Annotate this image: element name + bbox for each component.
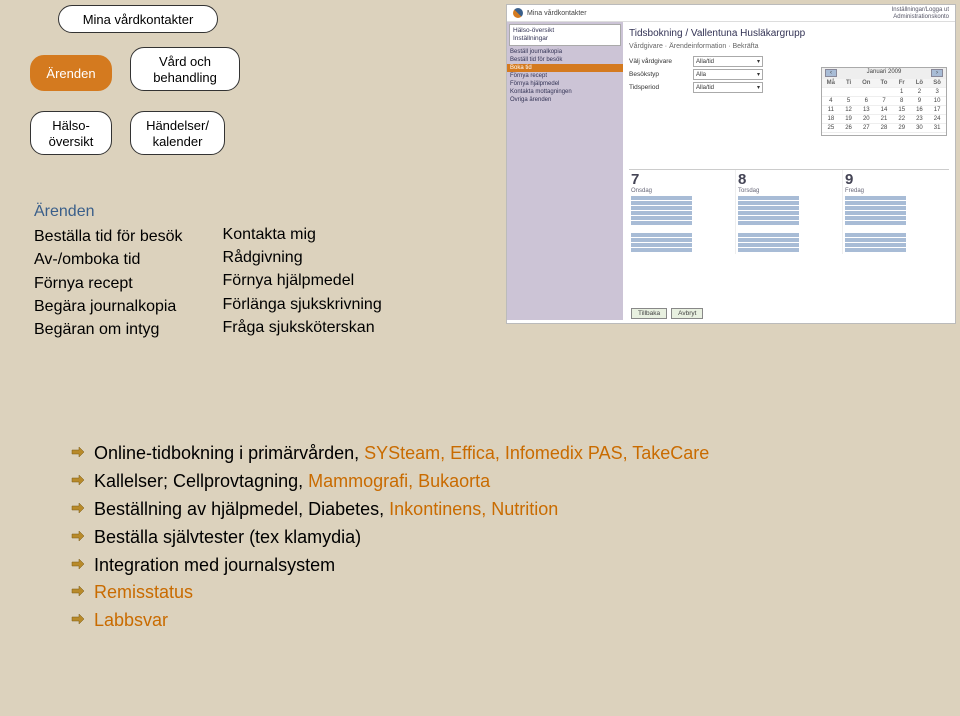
shot-main: Tidsbokning / Vallentuna Husläkargrupp V…: [623, 22, 955, 320]
menu-item: Rådgivning: [223, 246, 382, 269]
btn-label: Tillbaka: [638, 310, 660, 317]
day-num: 7: [631, 171, 733, 188]
bullet-row: Integration med journalsystem: [70, 552, 709, 580]
chevron-down-icon: ▾: [757, 58, 760, 65]
day-name: Onsdag: [631, 188, 733, 194]
chevron-down-icon: ▾: [757, 84, 760, 91]
bullet-row: Kallelser; Cellprovtagning, Mammografi, …: [70, 468, 709, 496]
side-item: Övriga ärenden: [507, 96, 623, 104]
bullet-text: Online-tidbokning i primärvården, SYStea…: [94, 440, 709, 468]
arrow-bullet-icon: [70, 447, 84, 461]
side-item-active: Boka tid: [507, 64, 623, 72]
bullet-list: Online-tidbokning i primärvården, SYStea…: [70, 440, 709, 635]
bullet-text: Labbsvar: [94, 607, 168, 635]
org-select[interactable]: Alla/tid ▾: [693, 56, 763, 67]
shot-buttons: Tillbaka Avbryt: [631, 308, 949, 319]
menu-item: Av-/omboka tid: [34, 248, 183, 271]
sitemap-node-vard: Vård och behandling: [130, 47, 240, 91]
menu-item: Förnya recept: [34, 272, 183, 295]
arrow-bullet-icon: [70, 614, 84, 628]
form-label: Besökstyp: [629, 71, 689, 78]
menu-item: Kontakta mig: [223, 223, 382, 246]
menu-item: Begära journalkopia: [34, 295, 183, 318]
shot-header: Mina vårdkontakter: [507, 5, 955, 22]
sitemap-label: Ärenden: [46, 66, 95, 81]
day-columns: 7 Onsdag 8 Torsdag 9 Fredag: [629, 169, 949, 254]
btn-label: Avbryt: [678, 310, 696, 317]
form-row: Välj vårdgivare Alla/tid ▾: [629, 56, 949, 67]
shot-sub: Vårdgivare · Ärendeinformation · Bekräft…: [629, 43, 949, 50]
sitemap-node-arenden: Ärenden: [30, 55, 112, 91]
menu-col-left: Ärenden Beställa tid för besök Av-/ombok…: [34, 200, 183, 341]
select-value: Alla/tid: [696, 85, 714, 91]
side-item: Förnya recept: [507, 72, 623, 80]
type-select[interactable]: Alla ▾: [693, 69, 763, 80]
side-item: Beställ journalkopia: [507, 48, 623, 56]
sitemap-label: Hälso- översikt: [49, 118, 94, 149]
bullet-row: Remisstatus: [70, 579, 709, 607]
bullet-text: Beställa självtester (tex klamydia): [94, 524, 361, 552]
select-value: Alla: [696, 72, 706, 78]
shot-sidebar: Hälso-översiktInställningar Beställ jour…: [507, 22, 623, 320]
shot-title: Tidsbokning / Vallentuna Husläkargrupp: [629, 28, 949, 39]
day-name: Torsdag: [738, 188, 840, 194]
menu-columns: Ärenden Beställa tid för besök Av-/ombok…: [34, 200, 382, 341]
chevron-down-icon: ▾: [757, 71, 760, 78]
day-name: Fredag: [845, 188, 947, 194]
user-meta: Inställningar/Logga utAdministrationskon…: [892, 7, 949, 21]
bullet-row: Online-tidbokning i primärvården, SYStea…: [70, 440, 709, 468]
menu-item: Förlänga sjukskrivning: [223, 293, 382, 316]
menu-item: Fråga sjuksköterskan: [223, 316, 382, 339]
cal-prev[interactable]: ‹: [825, 69, 837, 77]
day-column: 7 Onsdag: [629, 170, 736, 254]
sitemap-label: Vård och behandling: [153, 54, 217, 85]
sitemap-label: Händelser/ kalender: [146, 118, 209, 149]
shot-body: Hälso-översiktInställningar Beställ jour…: [507, 22, 955, 320]
sitemap-root-label: Mina vårdkontakter: [83, 12, 194, 27]
cal-head: ‹ Januari 2009 ›: [822, 68, 946, 78]
menu-item: Begäran om intyg: [34, 318, 183, 341]
back-button[interactable]: Tillbaka: [631, 308, 667, 319]
select-value: Alla/tid: [696, 59, 714, 65]
cal-grid: MåTiOnToFrLöSö12345678910111213141516171…: [822, 78, 946, 135]
cal-next[interactable]: ›: [931, 69, 943, 77]
form-label: Tidsperiod: [629, 84, 689, 91]
side-block: Hälso-översiktInställningar: [509, 24, 621, 46]
menu-title: Ärenden: [34, 200, 183, 223]
menu-item: Förnya hjälpmedel: [223, 269, 382, 292]
form-label: Välj vårdgivare: [629, 58, 689, 65]
time-select[interactable]: Alla/tid ▾: [693, 82, 763, 93]
bullet-row: Beställning av hjälpmedel, Diabetes, Ink…: [70, 496, 709, 524]
side-item: Förnya hjälpmedel: [507, 80, 623, 88]
bullet-text: Remisstatus: [94, 579, 193, 607]
arrow-bullet-icon: [70, 586, 84, 600]
shot-brand: Mina vårdkontakter: [527, 10, 587, 17]
cancel-button[interactable]: Avbryt: [671, 308, 703, 319]
bullet-text: Beställning av hjälpmedel, Diabetes, Ink…: [94, 496, 558, 524]
bullet-row: Labbsvar: [70, 607, 709, 635]
day-num: 9: [845, 171, 947, 188]
calendar[interactable]: ‹ Januari 2009 › MåTiOnToFrLöSö123456789…: [821, 67, 947, 136]
bullet-text: Kallelser; Cellprovtagning, Mammografi, …: [94, 468, 490, 496]
bullet-row: Beställa självtester (tex klamydia): [70, 524, 709, 552]
sitemap-root: Mina vårdkontakter: [58, 5, 218, 33]
sitemap-node-handelser: Händelser/ kalender: [130, 111, 225, 155]
menu-col-right: Kontakta mig Rådgivning Förnya hjälpmede…: [223, 200, 382, 341]
booking-screenshot: Inställningar/Logga utAdministrationskon…: [506, 4, 956, 324]
side-item: Beställ tid för besök: [507, 56, 623, 64]
arrow-bullet-icon: [70, 559, 84, 573]
day-column: 8 Torsdag: [736, 170, 843, 254]
logo-icon: [513, 8, 523, 18]
arrow-bullet-icon: [70, 503, 84, 517]
arrow-bullet-icon: [70, 531, 84, 545]
day-num: 8: [738, 171, 840, 188]
day-column: 9 Fredag: [843, 170, 949, 254]
cal-month: Januari 2009: [867, 69, 902, 77]
side-item: Kontakta mottagningen: [507, 88, 623, 96]
sitemap-node-halso: Hälso- översikt: [30, 111, 112, 155]
menu-item: Beställa tid för besök: [34, 225, 183, 248]
bullet-text: Integration med journalsystem: [94, 552, 335, 580]
arrow-bullet-icon: [70, 475, 84, 489]
